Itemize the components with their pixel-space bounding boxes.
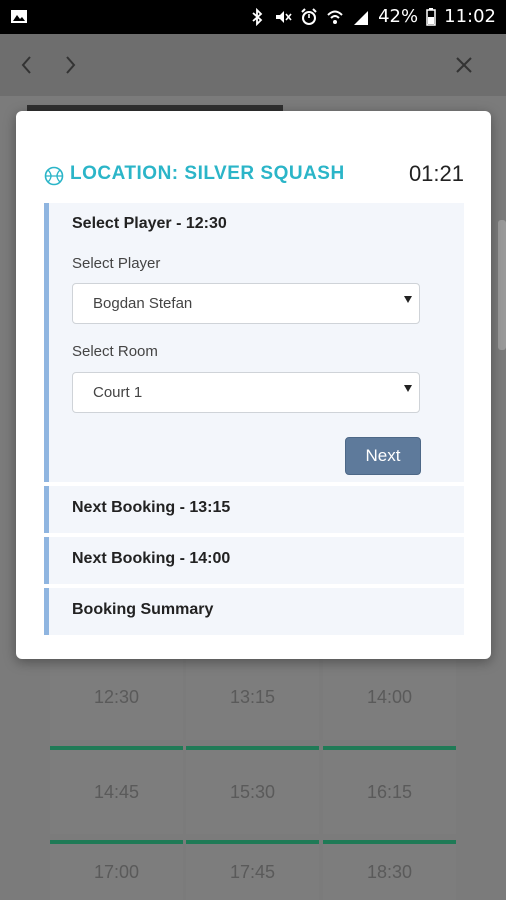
room-select-value: Court 1: [93, 384, 143, 401]
modal-header: LOCATION: SILVER SQUASH 01:21: [44, 161, 464, 191]
signal-icon: [354, 10, 369, 25]
time-slot[interactable]: 12:30: [50, 654, 183, 740]
panel-title: Next Booking - 14:00: [72, 550, 231, 567]
next-booking-panel[interactable]: Next Booking - 13:15: [44, 486, 464, 533]
wifi-icon: [327, 10, 343, 24]
caret-down-icon: [404, 296, 412, 303]
time-slot[interactable]: 14:45: [50, 750, 183, 834]
battery-percent: 42%: [378, 6, 419, 27]
time-slot[interactable]: 15:30: [186, 750, 319, 834]
time-slot[interactable]: 17:45: [186, 844, 319, 900]
select-player-panel: Select Player - 12:30 Select Player Bogd…: [44, 203, 464, 482]
panel-title[interactable]: Select Player - 12:30: [72, 215, 227, 233]
status-time: 11:02: [444, 6, 496, 27]
select-room-label: Select Room: [72, 343, 158, 360]
chevron-left-icon[interactable]: [14, 52, 40, 78]
status-bar: 42% 11:02: [0, 0, 506, 34]
time-slot[interactable]: 13:15: [186, 654, 319, 740]
time-slot[interactable]: 18:30: [323, 844, 456, 900]
room-select[interactable]: Court 1: [72, 372, 420, 413]
player-select-value: Bogdan Stefan: [93, 295, 193, 312]
scrollbar: [498, 220, 506, 350]
time-slot[interactable]: 17:00: [50, 844, 183, 900]
time-slot[interactable]: 14:00: [323, 654, 456, 740]
battery-icon: [426, 7, 436, 26]
bluetooth-icon: [252, 7, 263, 26]
browser-nav-bar: [0, 34, 506, 96]
location-title: LOCATION: SILVER SQUASH: [70, 163, 345, 184]
next-booking-panel[interactable]: Next Booking - 14:00: [44, 537, 464, 584]
player-select[interactable]: Bogdan Stefan: [72, 283, 420, 324]
time-slot[interactable]: 16:15: [323, 750, 456, 834]
select-player-label: Select Player: [72, 255, 161, 272]
alarm-icon: [301, 7, 317, 25]
chevron-right-icon[interactable]: [57, 52, 83, 78]
basketball-icon: [44, 166, 64, 186]
panel-title: Next Booking - 13:15: [72, 499, 231, 516]
image-notification-icon: [11, 10, 27, 23]
caret-down-icon: [404, 385, 412, 392]
next-button[interactable]: Next: [345, 437, 421, 475]
booking-summary-panel[interactable]: Booking Summary: [44, 588, 464, 635]
close-icon[interactable]: [451, 52, 477, 78]
countdown-timer: 01:21: [408, 161, 464, 186]
mute-icon: [276, 10, 292, 23]
booking-modal: LOCATION: SILVER SQUASH 01:21 Select Pla…: [16, 111, 491, 659]
panel-title: Booking Summary: [72, 601, 214, 618]
